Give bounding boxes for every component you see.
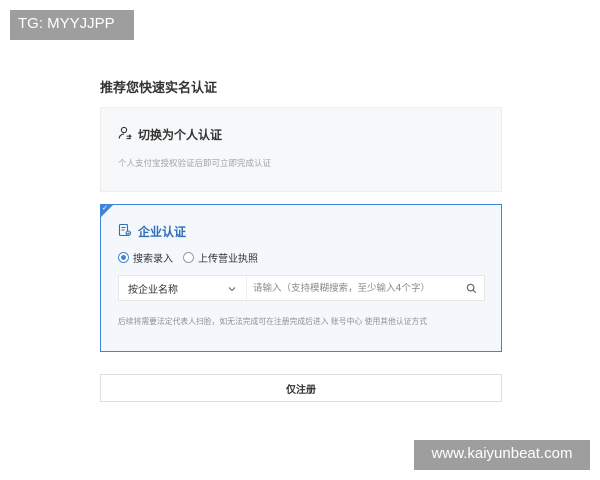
personal-auth-header: 切换为个人认证 xyxy=(118,125,222,144)
radio-upload-license[interactable]: 上传营业执照 xyxy=(183,250,258,265)
chevron-down-icon xyxy=(227,279,237,298)
enterprise-auth-title: 企业认证 xyxy=(138,225,187,239)
check-icon: ✓ xyxy=(102,204,108,212)
radio-button-unchecked[interactable] xyxy=(183,252,194,263)
watermark-top: TG: MYYJJPP xyxy=(10,10,134,40)
search-type-select[interactable]: 按企业名称 xyxy=(119,276,247,300)
user-switch-icon xyxy=(118,125,132,144)
personal-auth-card[interactable]: 切换为个人认证 个人支付宝授权验证后即可立即完成认证 xyxy=(100,107,502,192)
search-button[interactable] xyxy=(458,276,484,300)
enterprise-auth-hint: 后续将需要法定代表人扫脸，如无法完成可在注册完成后进入 账号中心 使用其他认证方… xyxy=(118,317,428,326)
company-search-input[interactable] xyxy=(247,276,458,300)
radio-search-entry[interactable]: 搜索录入 xyxy=(118,250,173,265)
input-method-radio-group: 搜索录入 上传营业执照 xyxy=(118,250,268,265)
personal-auth-title: 切换为个人认证 xyxy=(138,128,223,142)
company-search-bar: 按企业名称 xyxy=(118,275,485,301)
search-icon xyxy=(466,279,477,298)
register-only-button[interactable]: 仅注册 xyxy=(100,374,502,402)
radio-button-checked[interactable] xyxy=(118,252,129,263)
radio-upload-license-label: 上传营业执照 xyxy=(198,254,258,265)
personal-auth-description: 个人支付宝授权验证后即可立即完成认证 xyxy=(118,159,272,169)
enterprise-doc-icon xyxy=(118,222,132,241)
page-title: 推荐您快速实名认证 xyxy=(100,81,218,96)
search-type-select-label: 按企业名称 xyxy=(128,284,178,296)
enterprise-auth-header: 企业认证 xyxy=(118,222,186,241)
watermark-bottom: www.kaiyunbeat.com xyxy=(414,440,590,470)
enterprise-auth-card[interactable]: ✓ 企业认证 搜索录入 上传营业执照 按企业名称 请输入（支持模糊搜索，至少输入… xyxy=(100,204,502,352)
radio-search-entry-label: 搜索录入 xyxy=(133,254,173,265)
